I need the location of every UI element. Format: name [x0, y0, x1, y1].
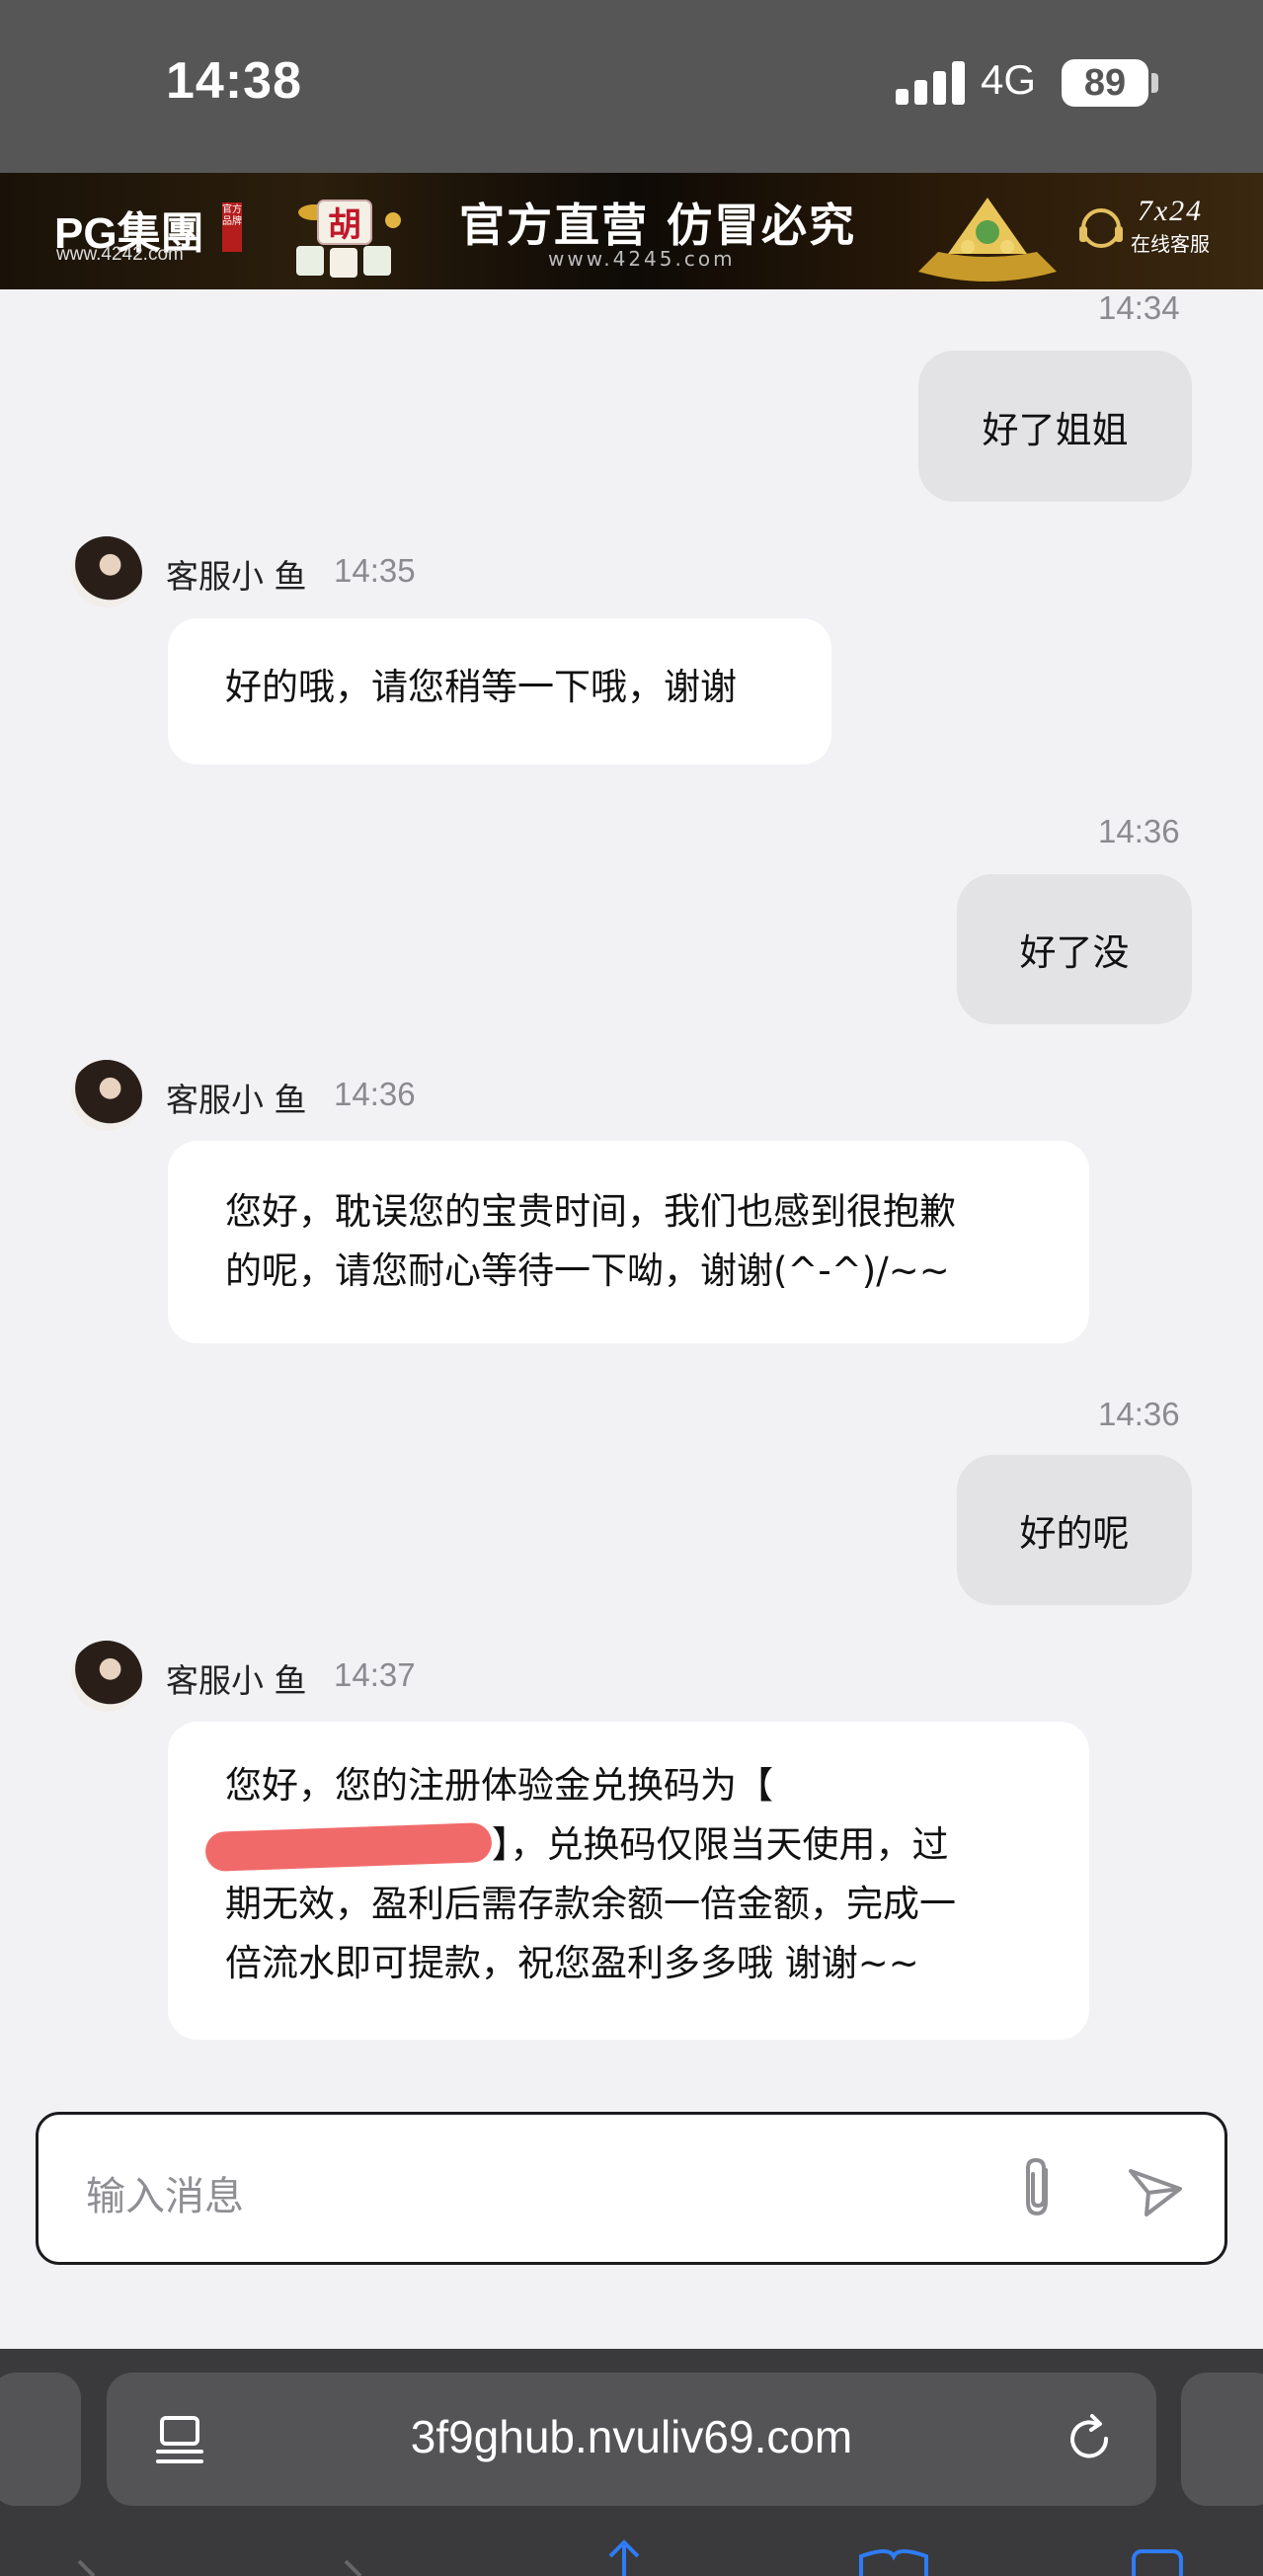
agent-message-bubble[interactable]: 好的哦，请您稍等一下哦，谢谢: [168, 618, 831, 765]
agent-avatar[interactable]: [71, 1641, 142, 1712]
my-message-bubble[interactable]: 好了姐姐: [918, 351, 1192, 502]
message-timestamp: 14:36: [1098, 1396, 1180, 1432]
redacted-code: [204, 1821, 493, 1872]
message-timestamp: 14:37: [334, 1656, 416, 1693]
network-type: 4G: [981, 56, 1037, 103]
message-timestamp: 14:36: [1098, 813, 1180, 849]
my-message-bubble[interactable]: 好了没: [957, 874, 1192, 1024]
message-composer: 输入消息: [0, 2112, 1263, 2349]
agent-avatar[interactable]: [71, 536, 142, 607]
agent-name: 客服小 鱼: [166, 557, 307, 596]
share-icon: [608, 2539, 640, 2576]
message-timestamp: 14:35: [334, 552, 416, 589]
chat-transcript[interactable]: 14:34 好了姐姐 客服小 鱼 14:35 好的哦，请您稍等一下哦，谢谢 14…: [0, 289, 1263, 2112]
battery-icon: 89: [1062, 59, 1148, 107]
mahjong-tile-icon: 胡: [296, 200, 401, 278]
message-line: 】，兑换码仅限当天使用，过: [204, 1815, 1032, 1875]
browser-bottom-icons: [77, 2539, 1183, 2576]
message-line: 您好，您的注册体验金兑换码为【: [225, 1764, 773, 1807]
message-line: 倍流水即可提款，祝您盈利多多哦 谢谢~~: [225, 1942, 919, 1984]
back-icon: [77, 2559, 96, 2576]
forward-icon: [344, 2559, 362, 2576]
send-icon[interactable]: [1125, 2159, 1186, 2220]
agent-name: 客服小 鱼: [166, 1661, 307, 1700]
support-hours: 7x24: [1137, 195, 1204, 227]
message-timestamp: 14:34: [1098, 289, 1180, 326]
message-input-placeholder: 输入消息: [86, 2174, 244, 2219]
reload-icon[interactable]: [1063, 2412, 1116, 2465]
agent-avatar[interactable]: [71, 1060, 142, 1131]
gold-ingot-icon: [918, 198, 1057, 282]
url-text: 3f9ghub.nvuliv69.com: [410, 2411, 853, 2462]
status-time: 14:38: [166, 52, 302, 110]
bookmarks-icon: [859, 2549, 928, 2576]
tabs-icon: [1132, 2549, 1183, 2576]
previous-tab[interactable]: [0, 2373, 81, 2506]
agent-name: 客服小 鱼: [166, 1081, 307, 1119]
address-bar[interactable]: 3f9ghub.nvuliv69.com: [107, 2373, 1156, 2506]
svg-text:胡: 胡: [328, 205, 361, 245]
browser-toolbar: 3f9ghub.nvuliv69.com: [0, 2349, 1263, 2576]
banner-slogan: 官方直营 仿冒必究: [459, 199, 857, 252]
message-line: 您好，耽误您的宝贵时间，我们也感到很抱歉: [225, 1190, 956, 1233]
message-timestamp: 14:36: [334, 1076, 416, 1112]
banner-site-url: www.4245.com: [548, 247, 736, 271]
agent-message-bubble[interactable]: 您好，耽误您的宝贵时间，我们也感到很抱歉 的呢，请您耐心等待一下呦，谢谢(^-^…: [168, 1141, 1089, 1343]
brand-badge: 官方品牌: [222, 202, 242, 252]
message-line-text: 】，兑换码仅限当天使用，过: [492, 1823, 949, 1866]
message-line: 的呢，请您耐心等待一下呦，谢谢(^-^)/~~: [225, 1249, 950, 1292]
status-bar: 14:38 4G 89: [0, 0, 1263, 173]
battery-tip: [1151, 73, 1158, 93]
my-message-bubble[interactable]: 好的呢: [957, 1455, 1192, 1605]
message-input[interactable]: 输入消息: [36, 2112, 1227, 2265]
ad-banner[interactable]: PG集團 www.4242.com 官方品牌 胡 官方直营 仿冒必究 www.4…: [0, 173, 1263, 289]
next-tab[interactable]: [1181, 2373, 1263, 2506]
online-support-text: 在线客服: [1131, 232, 1210, 256]
message-line: 期无效，盈利后需存款余额一倍金额，完成一: [225, 1883, 956, 1925]
cellular-signal-icon: [896, 61, 965, 105]
support-label: 7x24 在线客服: [1131, 195, 1210, 257]
headset-icon: [1079, 208, 1123, 248]
agent-message-bubble[interactable]: 您好，您的注册体验金兑换码为【 】，兑换码仅限当天使用，过 期无效，盈利后需存款…: [168, 1722, 1089, 2040]
paperclip-icon[interactable]: [1016, 2156, 1066, 2221]
logo-url: www.4242.com: [56, 244, 184, 265]
